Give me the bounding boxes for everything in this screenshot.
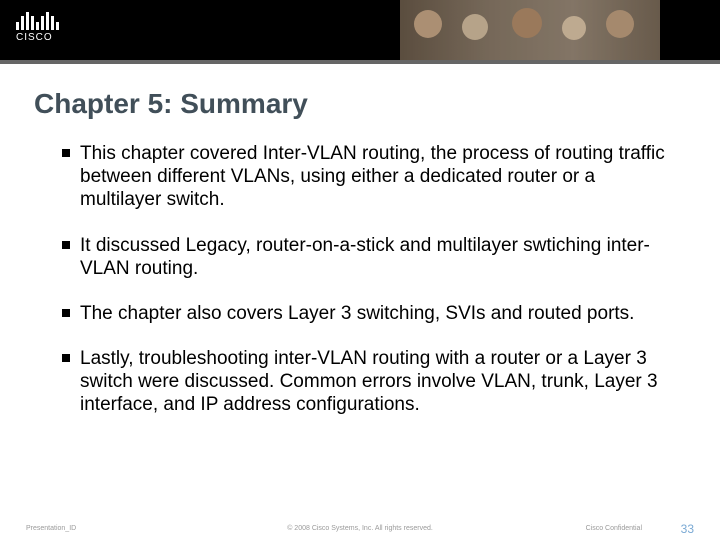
header-photo-strip — [400, 0, 660, 60]
page-number: 33 — [681, 522, 694, 536]
footer: Presentation_ID © 2008 Cisco Systems, In… — [0, 525, 720, 532]
cisco-logo: CISCO — [16, 8, 59, 43]
bullet-icon — [62, 149, 70, 157]
list-item: This chapter covered Inter-VLAN routing,… — [62, 142, 678, 212]
bullet-text: It discussed Legacy, router-on-a-stick a… — [80, 234, 678, 280]
bullet-icon — [62, 309, 70, 317]
list-item: The chapter also covers Layer 3 switchin… — [62, 302, 678, 325]
bullet-icon — [62, 354, 70, 362]
bullet-list: This chapter covered Inter-VLAN routing,… — [62, 142, 678, 417]
bullet-text: This chapter covered Inter-VLAN routing,… — [80, 142, 678, 212]
cisco-logo-text: CISCO — [16, 32, 59, 43]
confidential-label: Cisco Confidential — [586, 525, 642, 532]
list-item: It discussed Legacy, router-on-a-stick a… — [62, 234, 678, 280]
slide-title: Chapter 5: Summary — [34, 88, 720, 120]
header-bar: CISCO — [0, 0, 720, 64]
bullet-text: Lastly, troubleshooting inter-VLAN routi… — [80, 347, 678, 417]
bullet-icon — [62, 241, 70, 249]
bullet-text: The chapter also covers Layer 3 switchin… — [80, 302, 634, 325]
presentation-id: Presentation_ID — [26, 525, 76, 532]
copyright-text: © 2008 Cisco Systems, Inc. All rights re… — [287, 525, 433, 532]
cisco-logo-bars-icon — [16, 8, 59, 30]
list-item: Lastly, troubleshooting inter-VLAN routi… — [62, 347, 678, 417]
